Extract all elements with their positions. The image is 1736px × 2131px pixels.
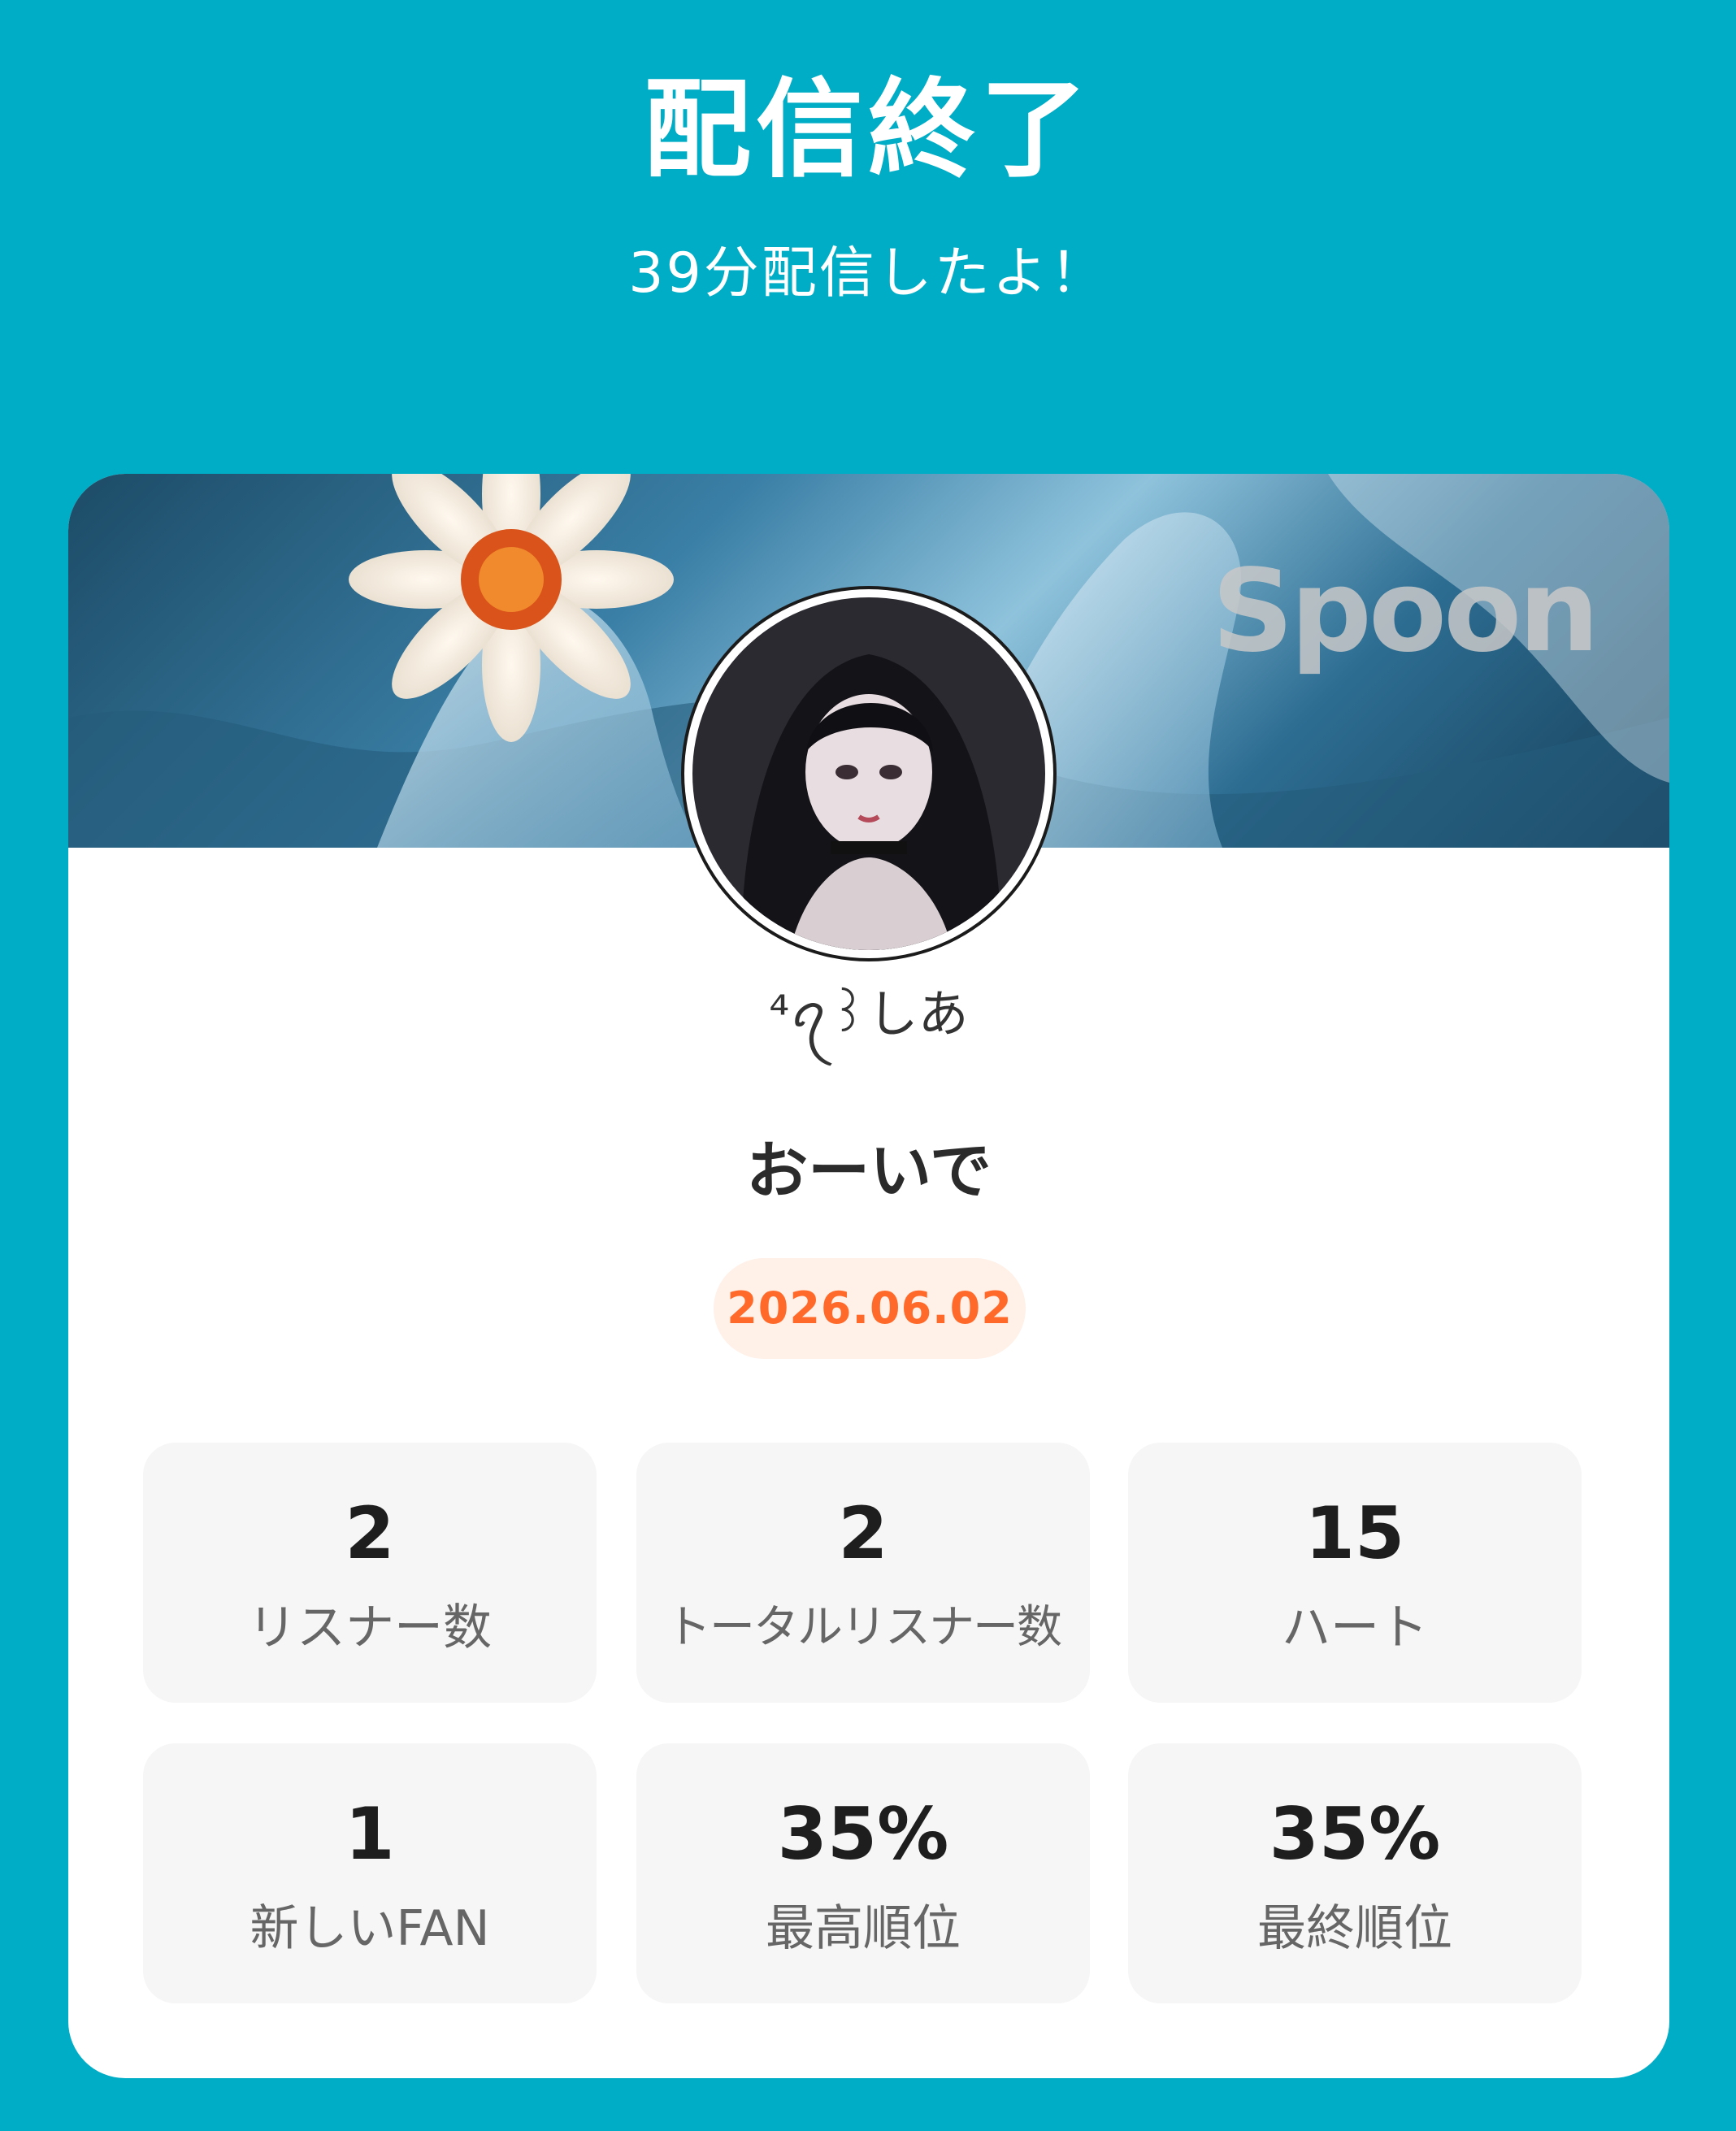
- username: ⁴ꪖ꒱しあ: [769, 984, 969, 1044]
- stat-label: 最高順位: [766, 1900, 961, 1957]
- stat-value: 2: [345, 1491, 395, 1575]
- stat-final-rank: 35% 最終順位: [1128, 1743, 1582, 2003]
- stat-label: 最終順位: [1257, 1900, 1452, 1957]
- stat-highest-rank: 35% 最高順位: [636, 1743, 1090, 2003]
- page-subtitle: 39分配信したよ！: [628, 241, 1108, 306]
- result-card: Spoon ⁴ꪖ꒱しあ おーいで 2026.06.02 2 リスナー数 2 トー…: [68, 474, 1669, 2078]
- page-title: 配信終了: [644, 67, 1092, 193]
- stat-value: 35%: [777, 1792, 949, 1876]
- stream-title: おーいで: [746, 1135, 992, 1207]
- avatar: [684, 589, 1053, 958]
- stat-total-listeners: 2 トータルリスナー数: [636, 1443, 1090, 1703]
- stat-label: リスナー数: [248, 1599, 492, 1656]
- avatar-icon: [692, 597, 1045, 950]
- stat-value: 1: [345, 1792, 395, 1876]
- stat-label: 新しいFAN: [250, 1900, 490, 1957]
- stat-label: トータルリスナー数: [666, 1601, 1062, 1654]
- date-badge: 2026.06.02: [714, 1258, 1026, 1359]
- stat-label: ハート: [1282, 1599, 1428, 1656]
- stat-value: 2: [838, 1491, 888, 1575]
- stat-new-fans: 1 新しいFAN: [143, 1743, 597, 2003]
- spoon-logo: Spoon: [1211, 545, 1599, 678]
- stat-value: 35%: [1269, 1792, 1441, 1876]
- stat-value: 15: [1304, 1491, 1405, 1575]
- stat-hearts: 15 ハート: [1128, 1443, 1582, 1703]
- stat-listeners: 2 リスナー数: [143, 1443, 597, 1703]
